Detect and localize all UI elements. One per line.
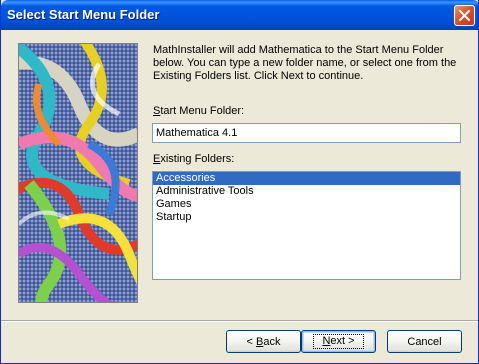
mathematica-ribbon-artwork	[19, 44, 137, 302]
installer-dialog: Select Start Menu Folder MathInstaller w…	[0, 0, 479, 364]
title-bar[interactable]: Select Start Menu Folder	[1, 0, 478, 30]
existing-folders-label-rest: xisting Folders:	[160, 153, 235, 165]
next-button-label: Next >	[313, 334, 364, 349]
next-button-rest: ext >	[330, 335, 355, 347]
back-button[interactable]: < Back	[226, 330, 301, 353]
folder-list-item[interactable]: Startup	[153, 211, 460, 224]
button-area-separator	[1, 320, 478, 322]
close-button[interactable]	[454, 5, 475, 26]
back-button-label: < Back	[247, 336, 281, 348]
next-button[interactable]: Next >	[301, 330, 376, 353]
cancel-button-label: Cancel	[407, 335, 442, 348]
folder-list-item[interactable]: Administrative Tools	[153, 185, 460, 198]
back-button-rest: ack	[263, 335, 281, 348]
window-title: Select Start Menu Folder	[7, 7, 160, 22]
close-x-icon	[459, 10, 470, 21]
folder-list-item[interactable]: Games	[153, 198, 460, 211]
start-menu-folder-label-rest: tart Menu Folder:	[160, 105, 245, 117]
start-menu-folder-input[interactable]	[152, 123, 461, 143]
start-menu-folder-label: Start Menu Folder:	[153, 105, 244, 117]
back-button-prefix: <	[246, 335, 256, 348]
installer-side-graphic	[18, 43, 138, 303]
cancel-button[interactable]: Cancel	[387, 330, 462, 353]
intro-text: MathInstaller will add Mathematica to th…	[153, 44, 457, 82]
existing-folders-list[interactable]: Accessories Administrative Tools Games S…	[152, 171, 461, 280]
folder-list-item[interactable]: Accessories	[153, 172, 460, 185]
existing-folders-label: Existing Folders:	[153, 153, 234, 165]
